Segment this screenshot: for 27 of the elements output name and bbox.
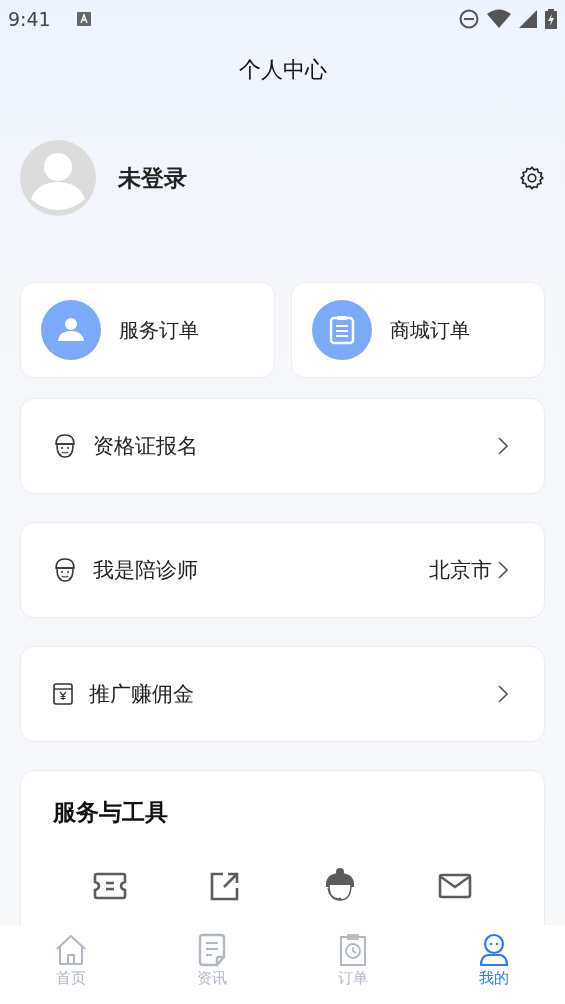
chevron-icon — [498, 437, 508, 455]
login-status[interactable]: 未登录 — [118, 162, 187, 194]
menu-row[interactable]: 推广赚佣金 — [20, 646, 545, 742]
settings-icon[interactable] — [519, 165, 545, 191]
do-not-disturb-icon — [459, 9, 479, 29]
person-icon — [41, 300, 101, 360]
tab-item[interactable]: 我的 — [423, 925, 565, 1004]
wifi-icon — [487, 9, 511, 29]
battery-icon — [545, 9, 557, 29]
menu-row[interactable]: 资格证报名 — [20, 398, 545, 494]
clipboard-icon — [311, 300, 372, 360]
worker-icon — [53, 557, 77, 583]
share-icon[interactable] — [210, 871, 241, 901]
worker-icon — [53, 433, 77, 459]
keyboard-icon — [76, 12, 91, 26]
order-card[interactable]: 商城订单 — [290, 282, 545, 378]
order-card[interactable]: 服务订单 — [20, 282, 275, 378]
menu-row[interactable]: 我是陪诊师 北京市 — [20, 522, 545, 618]
chevron-icon — [498, 685, 508, 703]
section-title: 服务与工具 — [53, 799, 168, 825]
status-time: 9:41 — [8, 8, 51, 30]
signal-icon — [519, 10, 537, 28]
wallet-icon — [53, 683, 73, 705]
ticket-icon[interactable] — [93, 871, 128, 901]
chevron-icon — [498, 561, 508, 579]
mail-icon[interactable] — [437, 873, 472, 899]
page-title: 个人中心 — [238, 56, 327, 84]
